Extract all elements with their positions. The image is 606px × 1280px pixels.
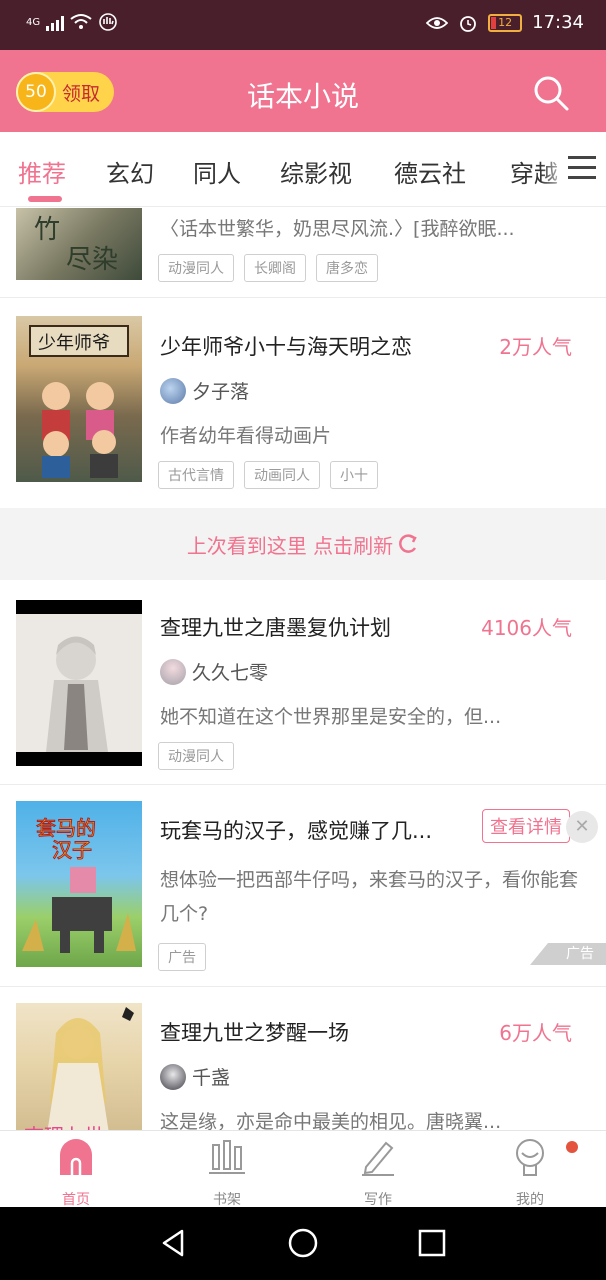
tag[interactable]: 古代言情 [158, 461, 234, 489]
book-description: 〈话本世繁华，奶思尽风流.〉[我醉欲眠... [160, 218, 515, 240]
tag[interactable]: 唐多恋 [316, 254, 378, 282]
pencil-icon [362, 1141, 394, 1176]
book-tags: 古代言情 动画同人 小十 [158, 461, 378, 489]
svg-text:少年师爷: 少年师爷 [38, 333, 110, 354]
back-icon[interactable] [158, 1227, 190, 1259]
active-tab-indicator [28, 196, 62, 202]
book-cover: 竹尽染 [16, 208, 142, 280]
bottom-nav: 首页 书架 写作 我的 [0, 1130, 606, 1209]
search-icon[interactable] [532, 74, 570, 112]
ad-tag: 广告 [158, 943, 206, 971]
book-card[interactable]: 查理九世 查理九世之梦醒一场 6万人气 千盏 这是缘，亦是命中最美的相见。唐晓翼… [0, 987, 606, 1130]
app-title: 话本小说 [246, 80, 359, 113]
ad-mark: 广告 [530, 943, 606, 965]
nav-bookshelf[interactable]: 书架 [187, 1137, 267, 1209]
signal-icon [46, 13, 65, 31]
popularity: 2万人气 [499, 335, 572, 359]
book-cover: 少年师爷 [16, 316, 142, 482]
status-right: 12 17:34 [426, 12, 584, 33]
notification-dot [566, 1141, 578, 1153]
book-title[interactable]: 查理九世之唐墨复仇计划 [160, 612, 391, 642]
svg-text:尽染: 尽染 [66, 245, 118, 275]
svg-text:套马的: 套马的 [36, 816, 96, 840]
author-avatar [160, 377, 186, 404]
nav-label: 我的 [516, 1192, 544, 1208]
tag[interactable]: 动漫同人 [158, 742, 234, 770]
ad-tags: 广告 [158, 943, 206, 971]
author-avatar [160, 658, 186, 685]
tab-deyunshe[interactable]: 德云社 [394, 154, 466, 189]
ad-image: 套马的 汉子 [16, 801, 142, 967]
system-nav-bar [0, 1207, 606, 1280]
status-bar: 4G 12 17:34 [0, 0, 606, 50]
category-tabs: 推荐 玄幻 同人 综影视 德云社 穿越 [0, 132, 606, 207]
home-circle-icon[interactable] [287, 1227, 319, 1259]
tab-recommend[interactable]: 推荐 [18, 154, 66, 189]
refresh-bar[interactable]: 上次看到这里 点击刷新 [0, 508, 606, 580]
close-ad-icon[interactable]: ✕ [566, 811, 598, 843]
home-icon [60, 1139, 92, 1175]
book-description: 她不知道在这个世界那里是安全的，但... [160, 706, 502, 728]
svg-text:汉子: 汉子 [52, 838, 92, 862]
book-description: 作者幼年看得动画片 [160, 425, 332, 447]
book-card[interactable]: 少年师爷 少年师爷小十与海天明之恋 2万人气 夕子落 作者幼年看得动画片 古代言… [0, 299, 606, 509]
tag[interactable]: 动画同人 [244, 461, 320, 489]
author-name: 夕子落 [192, 381, 250, 403]
tab-fanfic[interactable]: 同人 [193, 154, 241, 189]
battery-icon: 12 [488, 13, 523, 32]
tag[interactable]: 长卿阁 [244, 254, 306, 282]
refresh-label: 上次看到这里 点击刷新 [186, 533, 394, 558]
wifi-icon [70, 14, 92, 29]
tab-film-tv[interactable]: 综影视 [280, 154, 352, 189]
nav-label: 首页 [62, 1192, 90, 1208]
nav-label: 写作 [364, 1192, 392, 1208]
author-row[interactable]: 久久七零 [160, 658, 268, 685]
network-type: 4G [26, 16, 41, 28]
book-title[interactable]: 少年师爷小十与海天明之恋 [160, 331, 412, 361]
hand-icon [99, 13, 117, 31]
popularity: 4106人气 [481, 616, 572, 640]
profile-icon [516, 1139, 544, 1176]
book-tags: 动漫同人 [158, 742, 234, 770]
author-name: 久久七零 [192, 662, 269, 684]
book-cover [16, 600, 142, 766]
eye-icon [426, 16, 449, 29]
author-row[interactable]: 千盏 [160, 1063, 230, 1090]
book-description: 这是缘，亦是命中最美的相见。唐晓翼... [160, 1111, 502, 1130]
view-details-button[interactable]: 查看详情 [482, 809, 570, 843]
book-tags: 动漫同人 长卿阁 唐多恋 [158, 254, 378, 282]
book-feed[interactable]: 竹尽染 〈话本世繁华，奶思尽风流.〉[我醉欲眠... 动漫同人 长卿阁 唐多恋 … [0, 208, 606, 1130]
recents-icon[interactable] [416, 1227, 448, 1259]
popularity: 6万人气 [499, 1021, 572, 1045]
nav-write[interactable]: 写作 [338, 1137, 418, 1209]
bookshelf-icon [209, 1140, 245, 1174]
book-card[interactable]: 竹尽染 〈话本世繁华，奶思尽风流.〉[我醉欲眠... 动漫同人 长卿阁 唐多恋 [0, 208, 606, 298]
alarm-icon [460, 15, 477, 32]
book-card[interactable]: 查理九世之唐墨复仇计划 4106人气 久久七零 她不知道在这个世界那里是安全的，… [0, 580, 606, 785]
status-left: 4G [26, 12, 118, 32]
author-row[interactable]: 夕子落 [160, 377, 249, 404]
ad-description: 想体验一把西部牛仔吗，来套马的汉子，看你能套几个? [160, 869, 579, 925]
tab-fade [540, 132, 570, 206]
ad-title[interactable]: 玩套马的汉子，感觉赚了几... [160, 815, 432, 845]
refresh-icon [399, 534, 417, 553]
book-title[interactable]: 查理九世之梦醒一场 [160, 1017, 349, 1047]
menu-icon[interactable] [568, 156, 596, 180]
tag[interactable]: 小十 [330, 461, 378, 489]
nav-label: 书架 [213, 1192, 241, 1208]
tab-fantasy[interactable]: 玄幻 [106, 154, 154, 189]
author-name: 千盏 [192, 1067, 231, 1089]
book-cover: 查理九世 [16, 1003, 142, 1130]
nav-profile[interactable]: 我的 [490, 1137, 570, 1209]
ad-card[interactable]: 套马的 汉子 玩套马的汉子，感觉赚了几... 查看详情 ✕ 想体验一把西部牛仔吗… [0, 785, 606, 987]
clock: 17:34 [532, 12, 584, 33]
tag[interactable]: 动漫同人 [158, 254, 234, 282]
nav-home[interactable]: 首页 [36, 1137, 116, 1209]
author-avatar [160, 1063, 186, 1090]
svg-text:竹: 竹 [34, 215, 60, 245]
